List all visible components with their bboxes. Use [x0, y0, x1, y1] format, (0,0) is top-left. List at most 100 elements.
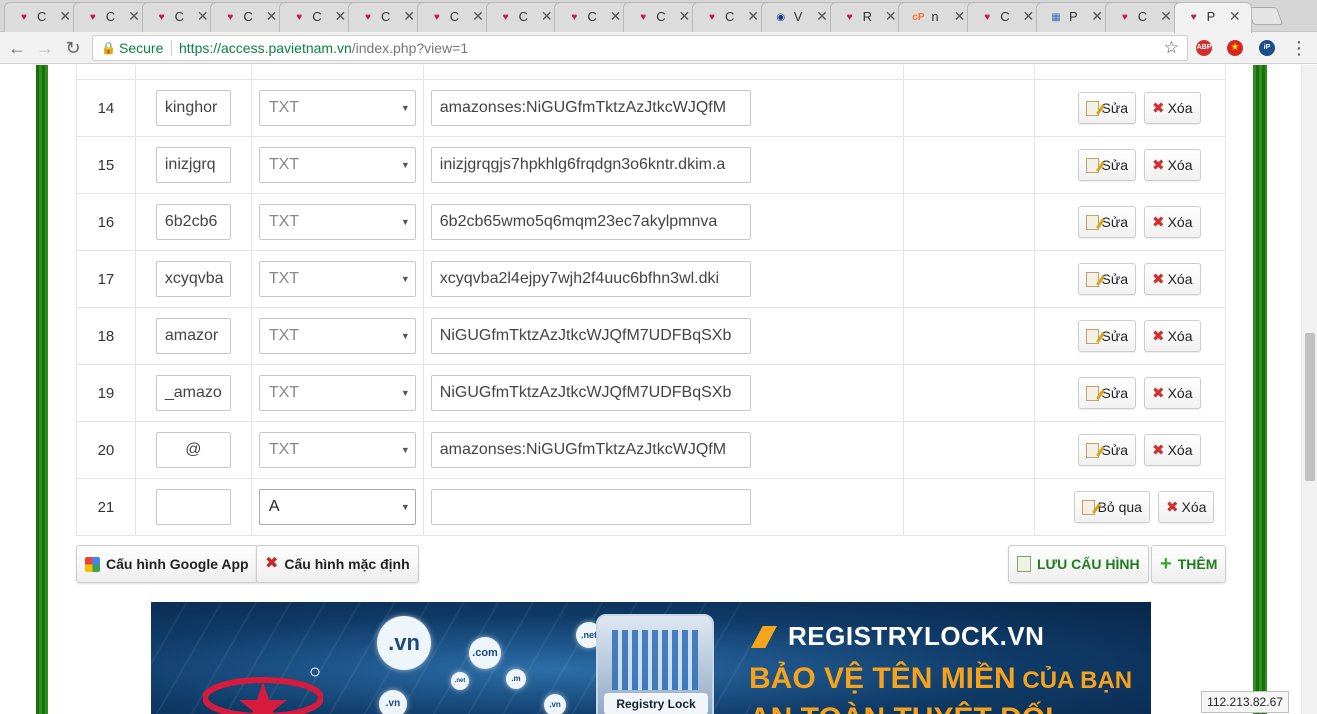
browser-tab[interactable]: ♥ C ✕ — [623, 2, 702, 32]
browser-tab[interactable]: ♥ C ✕ — [692, 2, 770, 32]
record-type-select[interactable]: TXT ▼ — [258, 432, 416, 468]
record-type-select[interactable]: TXT ▼ — [258, 375, 416, 411]
tab-close-icon[interactable]: ✕ — [472, 8, 484, 25]
record-type-select[interactable]: TXT ▼ — [258, 90, 416, 126]
tab-close-icon[interactable]: ✕ — [128, 8, 140, 25]
tab-close-icon[interactable]: ✕ — [403, 8, 415, 25]
delete-button[interactable]: ✖ Xóa — [1144, 263, 1201, 295]
edit-button[interactable]: Sửa — [1077, 434, 1136, 466]
record-value-input[interactable]: inizjgrqgjs7hpkhlg6frqdgn3o6kntr.dkim.a — [430, 147, 751, 183]
adblock-extension-icon[interactable]: ABP — [1196, 40, 1212, 56]
host-input[interactable]: 6b2cb6 — [155, 204, 231, 240]
browser-tab[interactable]: ♥ R ✕ — [829, 2, 908, 32]
value-cell: xcyqvba2l4ejpy7wjh2f4uuc6bfhn3wl.dki — [422, 250, 905, 308]
browser-tab[interactable]: ♥ C ✕ — [210, 2, 289, 32]
browser-tab[interactable]: ▦ P ✕ — [1036, 2, 1114, 32]
browser-tab[interactable]: ♥ C ✕ — [279, 2, 358, 32]
host-input[interactable]: amazor — [155, 318, 231, 354]
tab-close-icon[interactable]: ✕ — [678, 8, 690, 25]
record-value-input[interactable]: amazonses:NiGUGfmTktzAzJtkcWJQfM — [430, 90, 751, 126]
browser-tab[interactable]: ♥ C ✕ — [485, 2, 564, 32]
browser-tab[interactable]: ♥ C ✕ — [72, 2, 151, 32]
save-config-button[interactable]: LƯU CẤU HÌNH — [1008, 545, 1149, 583]
tab-close-icon[interactable]: ✕ — [59, 8, 71, 25]
reload-icon[interactable]: ↻ — [62, 37, 84, 59]
edit-button[interactable]: Sửa — [1077, 377, 1136, 409]
registrylock-banner[interactable]: .vn .com .net .vn .m .net .vn Registry L… — [151, 602, 1151, 714]
delete-button[interactable]: ✖ Xóa — [1144, 377, 1201, 409]
host-input[interactable]: xcyqvba — [155, 261, 231, 297]
delete-button[interactable]: ✖ Xóa — [1144, 434, 1201, 466]
tab-close-icon[interactable]: ✕ — [541, 8, 553, 25]
delete-button[interactable]: ✖ Xóa — [1157, 491, 1215, 523]
record-value-input[interactable]: 6b2cb65wmo5q6mqm23ec7akylpmnva — [430, 204, 751, 240]
browser-tab[interactable]: ♥ C ✕ — [416, 2, 495, 32]
browser-tab[interactable]: cP n ✕ — [898, 2, 977, 32]
tab-close-icon[interactable]: ✕ — [954, 8, 966, 25]
edit-button[interactable]: Sửa — [1077, 149, 1136, 181]
new-tab-button[interactable] — [1246, 7, 1284, 25]
browser-tab[interactable]: ♥ P ✕ — [1173, 2, 1252, 33]
browser-tab[interactable]: ♥ C ✕ — [4, 2, 82, 32]
add-record-button[interactable]: + THÊM — [1151, 545, 1227, 583]
delete-button[interactable]: ✖ Xóa — [1144, 206, 1201, 238]
record-value-input[interactable]: xcyqvba2l4ejpy7wjh2f4uuc6bfhn3wl.dki — [430, 261, 751, 297]
host-input[interactable]: inizjgrq — [155, 147, 231, 183]
action-cell: Sửa ✖ Xóa — [1034, 79, 1226, 137]
edit-label: Sửa — [1101, 100, 1129, 116]
tab-close-icon[interactable]: ✕ — [885, 8, 897, 25]
forward-arrow-icon[interactable]: → — [34, 37, 56, 59]
address-bar[interactable]: 🔒 Secure https://access.pavietnam.vn/ind… — [92, 35, 1188, 61]
bookmark-star-icon[interactable]: ☆ — [1164, 36, 1179, 60]
back-arrow-icon[interactable]: ← — [6, 37, 28, 59]
browser-tab[interactable]: ♥ C ✕ — [141, 2, 220, 32]
brand-logo-icon — [203, 667, 323, 714]
host-input[interactable]: _amazo — [155, 375, 231, 411]
scrollbar-thumb[interactable] — [1305, 333, 1315, 481]
action-buttons: Sửa ✖ Xóa — [1035, 263, 1225, 295]
tab-close-icon[interactable]: ✕ — [1229, 8, 1241, 25]
tab-close-icon[interactable]: ✕ — [816, 8, 828, 25]
tab-close-icon[interactable]: ✕ — [1160, 8, 1172, 25]
edit-button[interactable]: Sửa — [1077, 320, 1136, 352]
browser-tab[interactable]: ♥ C ✕ — [967, 2, 1046, 32]
record-type-select[interactable]: A ▼ — [258, 489, 416, 525]
host-input[interactable]: kinghor — [155, 90, 231, 126]
tab-close-icon[interactable]: ✕ — [266, 8, 278, 25]
delete-button[interactable]: ✖ Xóa — [1144, 320, 1201, 352]
record-type-select[interactable]: TXT ▼ — [258, 261, 416, 297]
record-value-input[interactable]: amazonses:NiGUGfmTktzAzJtkcWJQfM — [430, 432, 751, 468]
record-type-select[interactable]: TXT ▼ — [258, 147, 416, 183]
tab-close-icon[interactable]: ✕ — [197, 8, 209, 25]
globe-icon: ◉ — [776, 12, 786, 23]
browser-tab[interactable]: ♥ C ✕ — [1104, 2, 1183, 32]
tab-close-icon[interactable]: ✕ — [610, 8, 622, 25]
record-value-input[interactable]: NiGUGfmTktzAzJtkcWJQfM7UDFBqSXb — [430, 318, 751, 354]
record-value-input[interactable] — [430, 489, 751, 525]
host-input[interactable] — [155, 489, 231, 525]
browser-tab[interactable]: ♥ C ✕ — [348, 2, 426, 32]
browser-tab[interactable]: ♥ C ✕ — [554, 2, 633, 32]
google-app-config-button[interactable]: Cấu hình Google App — [76, 545, 258, 583]
delete-button[interactable]: ✖ Xóa — [1144, 149, 1201, 181]
default-config-button[interactable]: ✖ Cấu hình mặc định — [256, 545, 419, 583]
vietnam-flag-extension-icon[interactable]: ★ — [1227, 40, 1243, 56]
skip-button[interactable]: Bỏ qua — [1073, 491, 1150, 523]
delete-button[interactable]: ✖ Xóa — [1144, 92, 1201, 124]
record-value-input[interactable]: NiGUGfmTktzAzJtkcWJQfM7UDFBqSXb — [430, 375, 751, 411]
edit-button[interactable]: Sửa — [1077, 263, 1136, 295]
page-scrollbar[interactable] — [1301, 65, 1317, 714]
record-type-select[interactable]: TXT ▼ — [258, 318, 416, 354]
tab-close-icon[interactable]: ✕ — [334, 8, 346, 25]
ip-extension-icon[interactable]: iP — [1259, 40, 1275, 56]
edit-button[interactable]: Sửa — [1077, 92, 1136, 124]
record-type-select[interactable]: TXT ▼ — [258, 204, 416, 240]
tab-close-icon[interactable]: ✕ — [1022, 8, 1034, 25]
browser-menu-icon[interactable]: ⋮ — [1290, 38, 1308, 59]
host-input[interactable]: @ — [155, 432, 231, 468]
host-cell: _amazo — [134, 364, 252, 422]
browser-tab[interactable]: ◉ V ✕ — [760, 2, 839, 32]
tab-close-icon[interactable]: ✕ — [1091, 8, 1103, 25]
edit-button[interactable]: Sửa — [1077, 206, 1136, 238]
tab-close-icon[interactable]: ✕ — [747, 8, 759, 25]
